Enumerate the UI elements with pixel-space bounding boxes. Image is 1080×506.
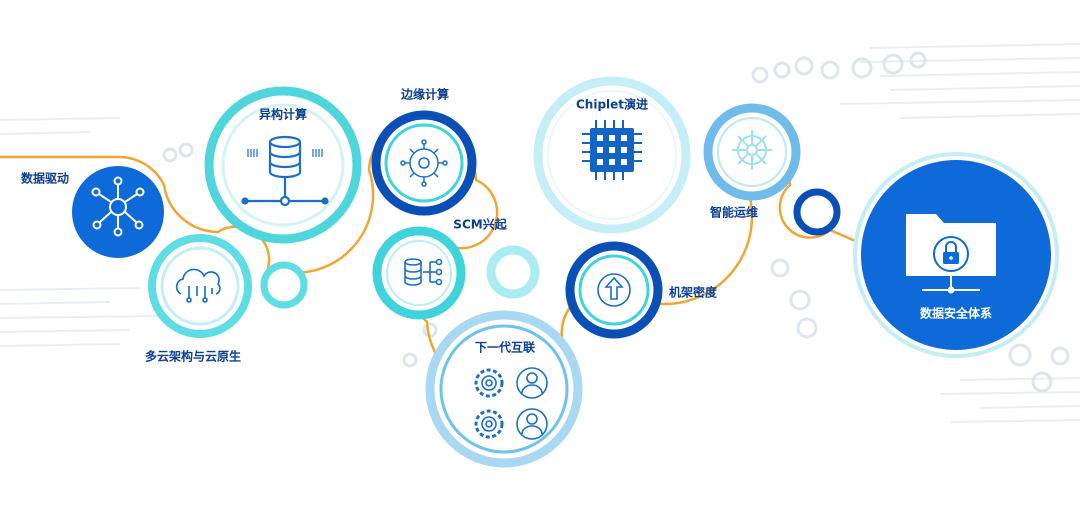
node-scm [372, 226, 466, 320]
label-edge: 边缘计算 [400, 87, 450, 102]
tech-trend-diagram: 数据驱动 多云架构与云原生 异构计算 边缘计算 SCM兴起 下一代互联 Chip… [0, 0, 1080, 506]
label-security: 数据安全体系 [919, 306, 993, 321]
label-data-driven: 数据驱动 [20, 171, 70, 186]
label-intelligent-ops: 智能运维 [709, 205, 759, 220]
node-data-driven [72, 166, 164, 258]
node-edge [371, 110, 477, 216]
node-intelligent-ops [703, 103, 801, 201]
small-ring-left [260, 261, 308, 309]
label-heterogeneous: 异构计算 [258, 107, 308, 122]
small-ring-middle [486, 245, 540, 299]
node-rack-density [565, 241, 663, 339]
label-scm: SCM兴起 [453, 217, 507, 232]
label-multicloud: 多云架构与云原生 [144, 349, 242, 364]
node-security [853, 152, 1059, 358]
diagram-canvas [0, 43, 1080, 468]
label-next-interconnect: 下一代互联 [474, 340, 536, 355]
node-next-interconnect [425, 310, 583, 468]
label-chiplet: Chiplet演进 [575, 97, 649, 112]
chip-icon [582, 120, 642, 180]
small-ring-right [793, 188, 841, 236]
node-multicloud [148, 234, 252, 338]
snowflake-gear-icon [732, 130, 772, 170]
label-rack-density: 机架密度 [668, 285, 718, 300]
